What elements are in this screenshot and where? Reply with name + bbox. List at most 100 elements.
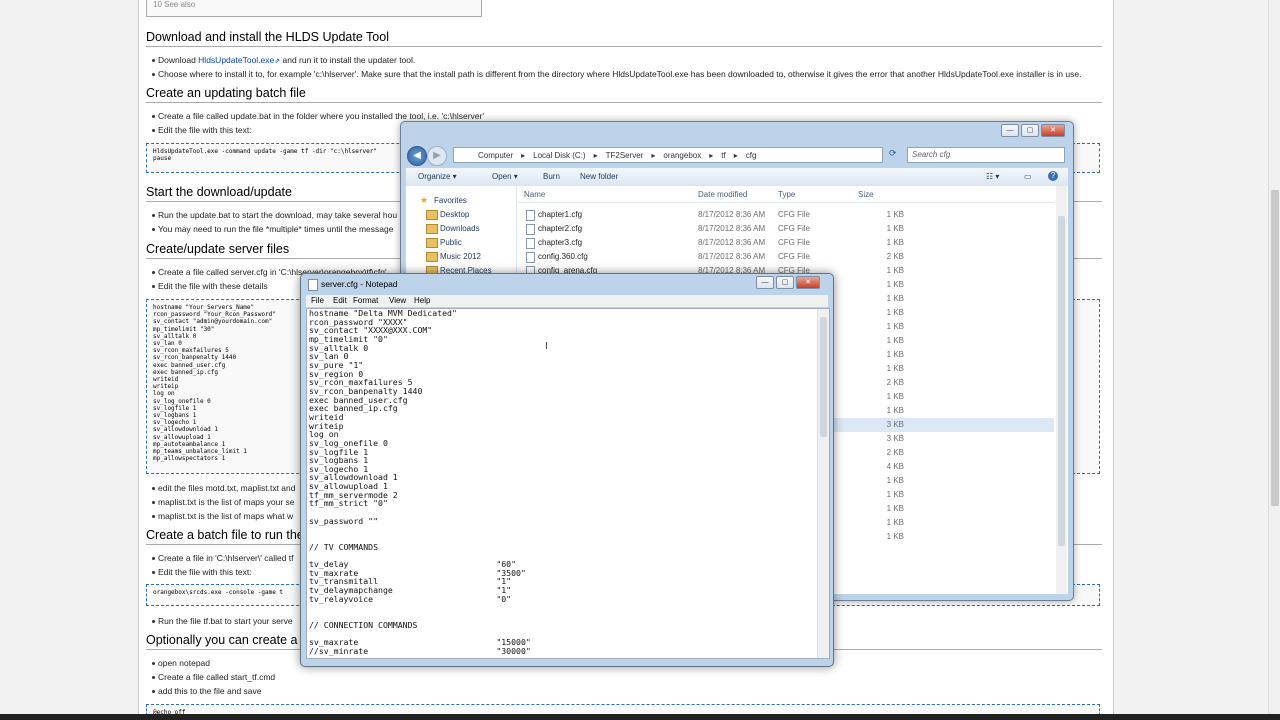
list-item: Create a file in 'C:\hlserver\' called t…	[152, 553, 294, 563]
list-item: You may need to run the file *multiple* …	[151, 224, 394, 234]
scrollbar-thumb[interactable]	[1271, 190, 1279, 506]
file-row[interactable]: config.360.cfg 8/17/2012 8:36 AM CFG File 2…	[518, 250, 1054, 264]
preview-pane-icon[interactable]: ▭	[1024, 172, 1032, 181]
breadcrumb-item[interactable]: TF2Server	[606, 151, 644, 160]
folder-icon	[426, 210, 438, 220]
forward-icon[interactable]: ▶	[427, 146, 447, 166]
list-item: maplist.txt is the list of maps what w	[151, 511, 294, 521]
nav-item-music[interactable]: Music 2012	[426, 252, 481, 262]
list-item: add this to the file and save	[152, 686, 262, 696]
list-item: open notepad	[152, 658, 210, 668]
nav-item-downloads[interactable]: Downloads	[426, 224, 480, 234]
nav-item-favorites[interactable]: Favorites	[434, 196, 467, 205]
section-heading: Create an updating batch file	[146, 86, 1102, 103]
editor-content[interactable]: hostname "Delta MVM Dedicated" rcon_pass…	[309, 309, 809, 655]
maximize-button[interactable]: ▢	[1021, 124, 1039, 137]
file-size: 1 KB	[886, 308, 904, 317]
hldsupdatetool-link[interactable]: HldsUpdateTool.exe	[198, 55, 274, 65]
minimize-button[interactable]: —	[1001, 124, 1019, 137]
breadcrumb-item[interactable]: Computer	[478, 151, 513, 160]
list-item: Create a file called start_tf.cmd	[151, 672, 276, 682]
nav-item-desktop[interactable]: Desktop	[426, 210, 469, 220]
column-size[interactable]: Size	[858, 190, 874, 199]
list-item: Edit the file with these details	[152, 281, 268, 291]
minimize-button[interactable]: —	[756, 276, 774, 289]
list-item: maplist.txt is the list of maps your se	[152, 497, 295, 507]
organize-button[interactable]: Organize ▾	[418, 172, 457, 181]
window-title: server.cfg - Notepad	[321, 279, 398, 289]
column-date[interactable]: Date modified	[698, 190, 747, 199]
file-icon	[526, 224, 535, 235]
file-size: 1 KB	[886, 392, 904, 401]
window-controls: — ▢ ✕	[756, 276, 820, 289]
taskbar-edge	[0, 714, 1280, 720]
file-size: 3 KB	[886, 434, 904, 443]
menu-format[interactable]: Format	[353, 296, 378, 305]
open-button[interactable]: Open ▾	[492, 172, 518, 181]
file-size: 1 KB	[886, 518, 904, 527]
menu-edit[interactable]: Edit	[333, 296, 347, 305]
burn-button[interactable]: Burn	[543, 172, 560, 181]
scrollbar-thumb[interactable]	[1058, 216, 1065, 546]
page-scrollbar[interactable]	[1268, 0, 1280, 720]
menu-file[interactable]: File	[311, 296, 324, 305]
file-size: 1 KB	[886, 294, 904, 303]
file-size: 1 KB	[886, 280, 904, 289]
list-item: Run the update.bat to start the download…	[151, 210, 398, 220]
menu-help[interactable]: Help	[414, 296, 430, 305]
address-bar[interactable]: Computer ▸ Local Disk (C:) ▸ TF2Server ▸ or…	[453, 147, 883, 163]
breadcrumb-item[interactable]: cfg	[746, 151, 757, 160]
list-item: Edit the file with this text:	[152, 567, 252, 577]
folder-icon	[426, 252, 438, 262]
file-size: 1 KB	[886, 490, 904, 499]
list-item: Run the file tf.bat to start your serve	[152, 616, 293, 626]
view-options-icon[interactable]: ☷ ▾	[986, 172, 999, 181]
toc-item[interactable]: 10 See also	[153, 0, 195, 9]
menu-bar: File Edit Format View Help	[306, 295, 828, 307]
breadcrumb-item[interactable]: Local Disk (C:)	[533, 151, 585, 160]
window-controls: — ▢ ✕	[1001, 124, 1065, 137]
close-button[interactable]: ✕	[796, 276, 820, 289]
file-size: 1 KB	[886, 336, 904, 345]
maximize-button[interactable]: ▢	[776, 276, 794, 289]
folder-icon	[426, 224, 438, 234]
list-item: Edit the file with this text:	[152, 125, 252, 135]
close-button[interactable]: ✕	[1041, 124, 1065, 137]
file-size: 1 KB	[886, 476, 904, 485]
file-size: 1 KB	[886, 406, 904, 415]
breadcrumb-item[interactable]: tf	[721, 151, 725, 160]
file-size: 1 KB	[886, 532, 904, 541]
file-row[interactable]: chapter3.cfg 8/17/2012 8:36 AM CFG File 1 K…	[518, 236, 1054, 250]
address-row: ◀ ▶ Computer ▸ Local Disk (C:) ▸ TF2Server…	[407, 146, 1067, 166]
list-item: edit the files motd.txt, maplist.txt and	[151, 483, 296, 493]
file-size: 1 KB	[886, 504, 904, 513]
list-item: Create a file called update.bat in the f…	[152, 111, 484, 121]
editor-scrollbar[interactable]	[817, 309, 829, 658]
section-heading: Download and install the HLDS Update Too…	[146, 30, 1102, 47]
search-input[interactable]: Search cfg	[907, 147, 1065, 163]
column-type[interactable]: Type	[778, 190, 795, 199]
table-of-contents: 10 See also	[146, 0, 482, 17]
scrollbar-thumb[interactable]	[820, 317, 827, 437]
new-folder-button[interactable]: New folder	[580, 172, 618, 181]
refresh-icon[interactable]: ⟳	[889, 148, 897, 159]
column-name[interactable]: Name	[524, 190, 545, 199]
file-size: 4 KB	[886, 462, 904, 471]
help-icon[interactable]: ?	[1048, 171, 1058, 181]
nav-item-public[interactable]: Public	[426, 238, 462, 248]
file-row[interactable]: chapter2.cfg 8/17/2012 8:36 AM CFG File 1 K…	[518, 222, 1054, 236]
text-editor[interactable]: hostname "Delta MVM Dedicated" rcon_pass…	[306, 308, 830, 659]
notepad-icon	[308, 279, 318, 291]
breadcrumb-item[interactable]: orangebox	[663, 151, 701, 160]
file-size: 3 KB	[886, 420, 904, 429]
file-row[interactable]: chapter1.cfg 8/17/2012 8:36 AM CFG File 1 K…	[518, 208, 1054, 222]
menu-view[interactable]: View	[389, 296, 406, 305]
back-icon[interactable]: ◀	[407, 146, 427, 166]
star-icon: ★	[420, 195, 429, 205]
file-icon	[526, 252, 535, 263]
explorer-scrollbar[interactable]	[1056, 186, 1067, 594]
notepad-window: server.cfg - Notepad — ▢ ✕ File Edit For…	[300, 273, 834, 667]
file-icon	[526, 210, 535, 221]
file-size: 1 KB	[886, 350, 904, 359]
column-headers: Name Date modified Type Size	[518, 188, 1054, 203]
